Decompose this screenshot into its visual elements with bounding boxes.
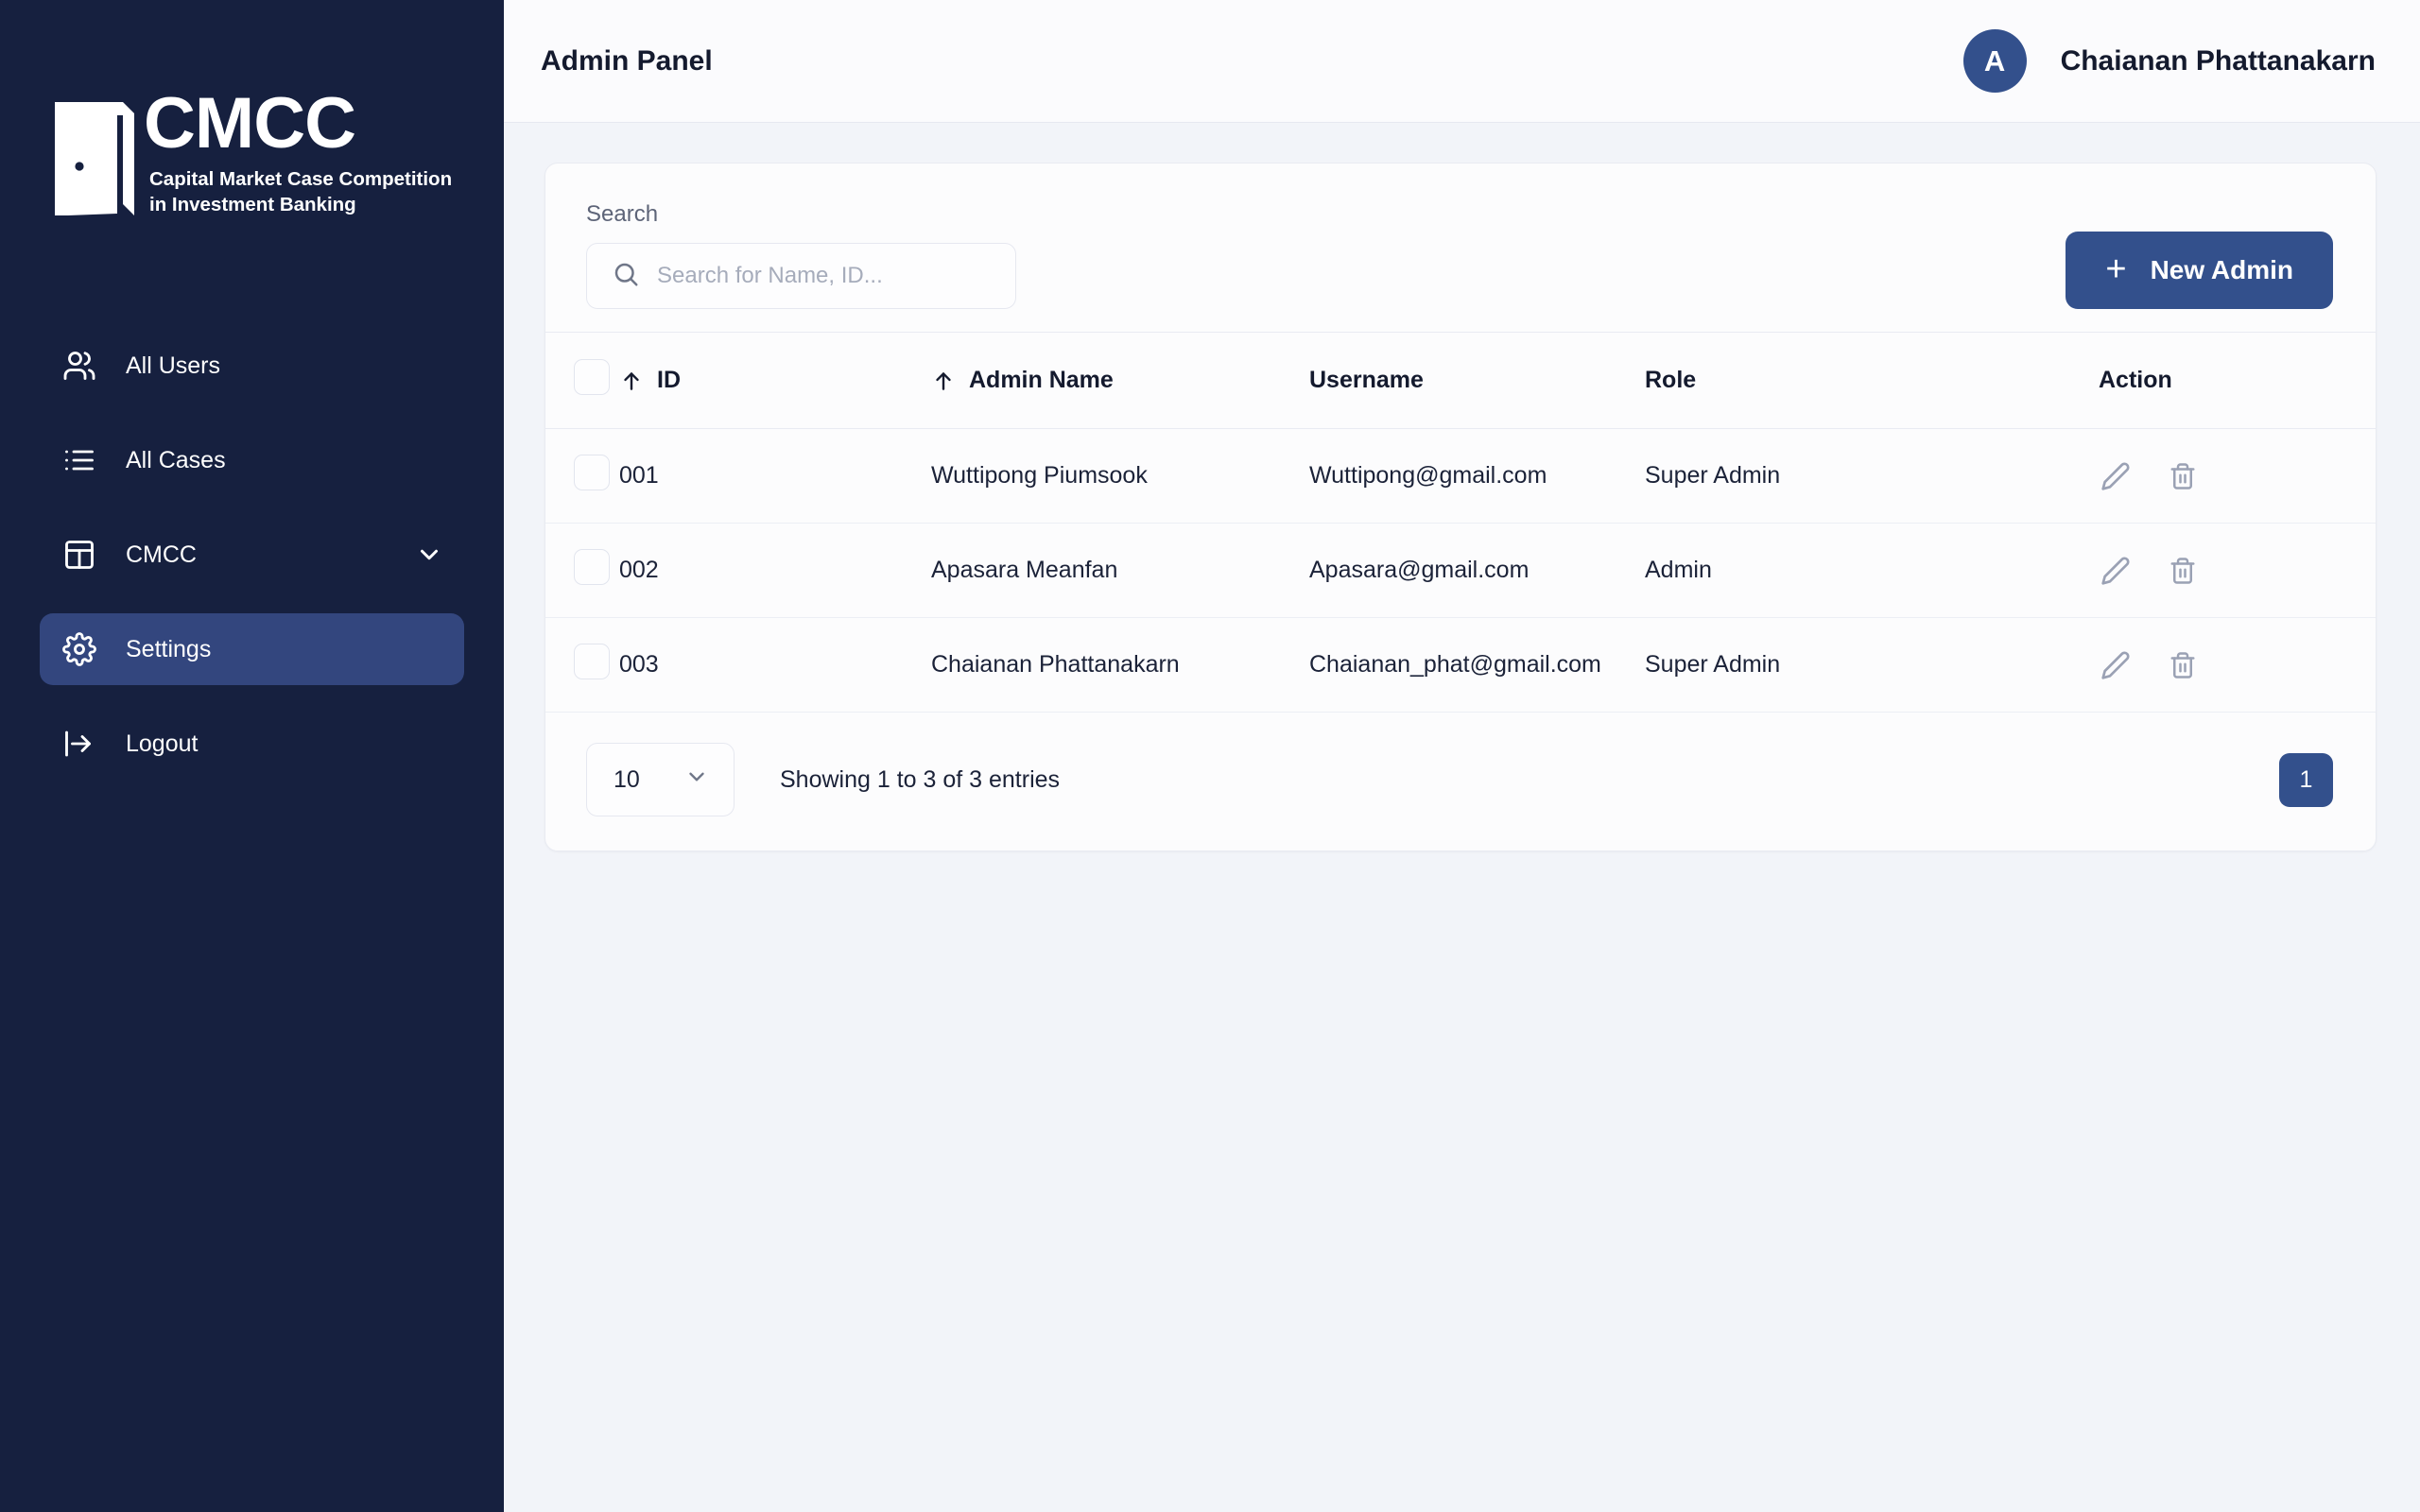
sidebar-item-label: Logout <box>126 730 443 758</box>
search-icon <box>612 260 640 293</box>
sidebar-item-settings[interactable]: Settings <box>40 613 464 685</box>
header-action: Action <box>2099 333 2376 429</box>
cell-admin-name: Chaianan Phattanakarn <box>931 618 1309 713</box>
header-label: Action <box>2099 367 2172 393</box>
sidebar-item-all-users[interactable]: All Users <box>40 330 464 402</box>
main-area: Admin Panel A Chaianan Phattanakarn Sear… <box>504 0 2420 1512</box>
cell-username: Apasara@gmail.com <box>1309 524 1645 618</box>
select-all-checkbox[interactable] <box>574 359 610 395</box>
edit-icon[interactable] <box>2100 461 2131 491</box>
header-admin-name[interactable]: Admin Name <box>931 333 1309 429</box>
page-title: Admin Panel <box>541 45 713 77</box>
user-name: Chaianan Phattanakarn <box>2061 45 2376 77</box>
sidebar-item-label: All Users <box>126 352 443 380</box>
sort-asc-icon[interactable] <box>619 369 644 393</box>
app-root: CMCC Capital Market Case Competition in … <box>0 0 2420 1512</box>
top-bar: Admin Panel A Chaianan Phattanakarn <box>504 0 2420 123</box>
header-label: Username <box>1309 367 1424 393</box>
gear-icon <box>60 630 98 668</box>
rows-per-page-select[interactable]: 10 <box>586 743 735 816</box>
admin-table-card: Search + New Admin <box>544 163 2377 851</box>
rows-per-page-value: 10 <box>614 766 640 794</box>
cell-action <box>2099 618 2376 713</box>
logout-icon <box>60 725 98 763</box>
cell-id: 001 <box>619 429 931 524</box>
chevron-down-icon <box>684 765 709 796</box>
row-select-cell <box>545 524 619 618</box>
row-checkbox[interactable] <box>574 549 610 585</box>
cell-username: Chaianan_phat@gmail.com <box>1309 618 1645 713</box>
sidebar-item-all-cases[interactable]: All Cases <box>40 424 464 496</box>
row-checkbox[interactable] <box>574 455 610 490</box>
list-icon <box>60 441 98 479</box>
cell-id: 002 <box>619 524 931 618</box>
cell-id: 003 <box>619 618 931 713</box>
new-admin-button[interactable]: + New Admin <box>2066 232 2333 309</box>
page-button-1[interactable]: 1 <box>2279 753 2333 807</box>
cell-action <box>2099 429 2376 524</box>
admin-table: ID Admin Name <box>545 332 2376 713</box>
trash-icon[interactable] <box>2169 462 2197 490</box>
user-profile[interactable]: A Chaianan Phattanakarn <box>1963 29 2376 93</box>
avatar: A <box>1963 29 2027 93</box>
sidebar-item-label: All Cases <box>126 447 443 474</box>
brand-subtitle-line2: in Investment Banking <box>149 194 356 215</box>
search-input[interactable] <box>657 263 991 289</box>
sidebar-item-label: Settings <box>126 636 443 663</box>
cell-admin-name: Apasara Meanfan <box>931 524 1309 618</box>
trash-icon[interactable] <box>2169 557 2197 585</box>
table-header-row: ID Admin Name <box>545 333 2376 429</box>
card-toolbar: Search + New Admin <box>545 163 2376 332</box>
cell-role: Admin <box>1645 524 2099 618</box>
edit-icon[interactable] <box>2100 650 2131 680</box>
header-username: Username <box>1309 333 1645 429</box>
trash-icon[interactable] <box>2169 651 2197 679</box>
brand-subtitle: Capital Market Case Competition in Inves… <box>149 166 452 217</box>
table-body: 001 Wuttipong Piumsook Wuttipong@gmail.c… <box>545 429 2376 713</box>
search-label: Search <box>586 201 1016 228</box>
header-label: ID <box>657 367 681 394</box>
sidebar-nav: All Users All Cases <box>0 330 504 802</box>
pagination-controls: 1 <box>2279 753 2333 807</box>
search-box[interactable] <box>586 243 1016 309</box>
entries-summary: Showing 1 to 3 of 3 entries <box>780 766 1060 794</box>
cell-admin-name: Wuttipong Piumsook <box>931 429 1309 524</box>
table-footer: 10 Showing 1 to 3 of 3 entries 1 <box>545 713 2376 850</box>
cell-username: Wuttipong@gmail.com <box>1309 429 1645 524</box>
edit-icon[interactable] <box>2100 556 2131 586</box>
sidebar-item-cmcc[interactable]: CMCC <box>40 519 464 591</box>
header-role: Role <box>1645 333 2099 429</box>
header-id[interactable]: ID <box>619 333 931 429</box>
row-select-cell <box>545 429 619 524</box>
plus-icon: + <box>2105 251 2126 287</box>
sidebar-item-label: CMCC <box>126 541 388 569</box>
row-select-cell <box>545 618 619 713</box>
table-head: ID Admin Name <box>545 333 2376 429</box>
search-section: Search <box>586 201 1016 309</box>
chevron-down-icon[interactable] <box>415 541 443 569</box>
cell-role: Super Admin <box>1645 429 2099 524</box>
brand-title: CMCC <box>144 91 452 157</box>
sidebar: CMCC Capital Market Case Competition in … <box>0 0 504 1512</box>
table-row[interactable]: 003 Chaianan Phattanakarn Chaianan_phat@… <box>545 618 2376 713</box>
header-select-all <box>545 333 619 429</box>
content-area: Search + New Admin <box>504 123 2420 1512</box>
users-icon <box>60 347 98 385</box>
brand-logo: CMCC Capital Market Case Competition in … <box>0 91 504 226</box>
cell-role: Super Admin <box>1645 618 2099 713</box>
table-row[interactable]: 001 Wuttipong Piumsook Wuttipong@gmail.c… <box>545 429 2376 524</box>
sidebar-item-logout[interactable]: Logout <box>40 708 464 780</box>
new-admin-label: New Admin <box>2151 255 2293 285</box>
row-checkbox[interactable] <box>574 644 610 679</box>
open-door-icon <box>49 96 140 226</box>
table-row[interactable]: 002 Apasara Meanfan Apasara@gmail.com Ad… <box>545 524 2376 618</box>
cell-action <box>2099 524 2376 618</box>
brand-subtitle-line1: Capital Market Case Competition <box>149 168 452 190</box>
sort-asc-icon[interactable] <box>931 369 956 393</box>
header-label: Admin Name <box>969 367 1114 394</box>
header-label: Role <box>1645 367 1696 393</box>
layout-icon <box>60 536 98 574</box>
